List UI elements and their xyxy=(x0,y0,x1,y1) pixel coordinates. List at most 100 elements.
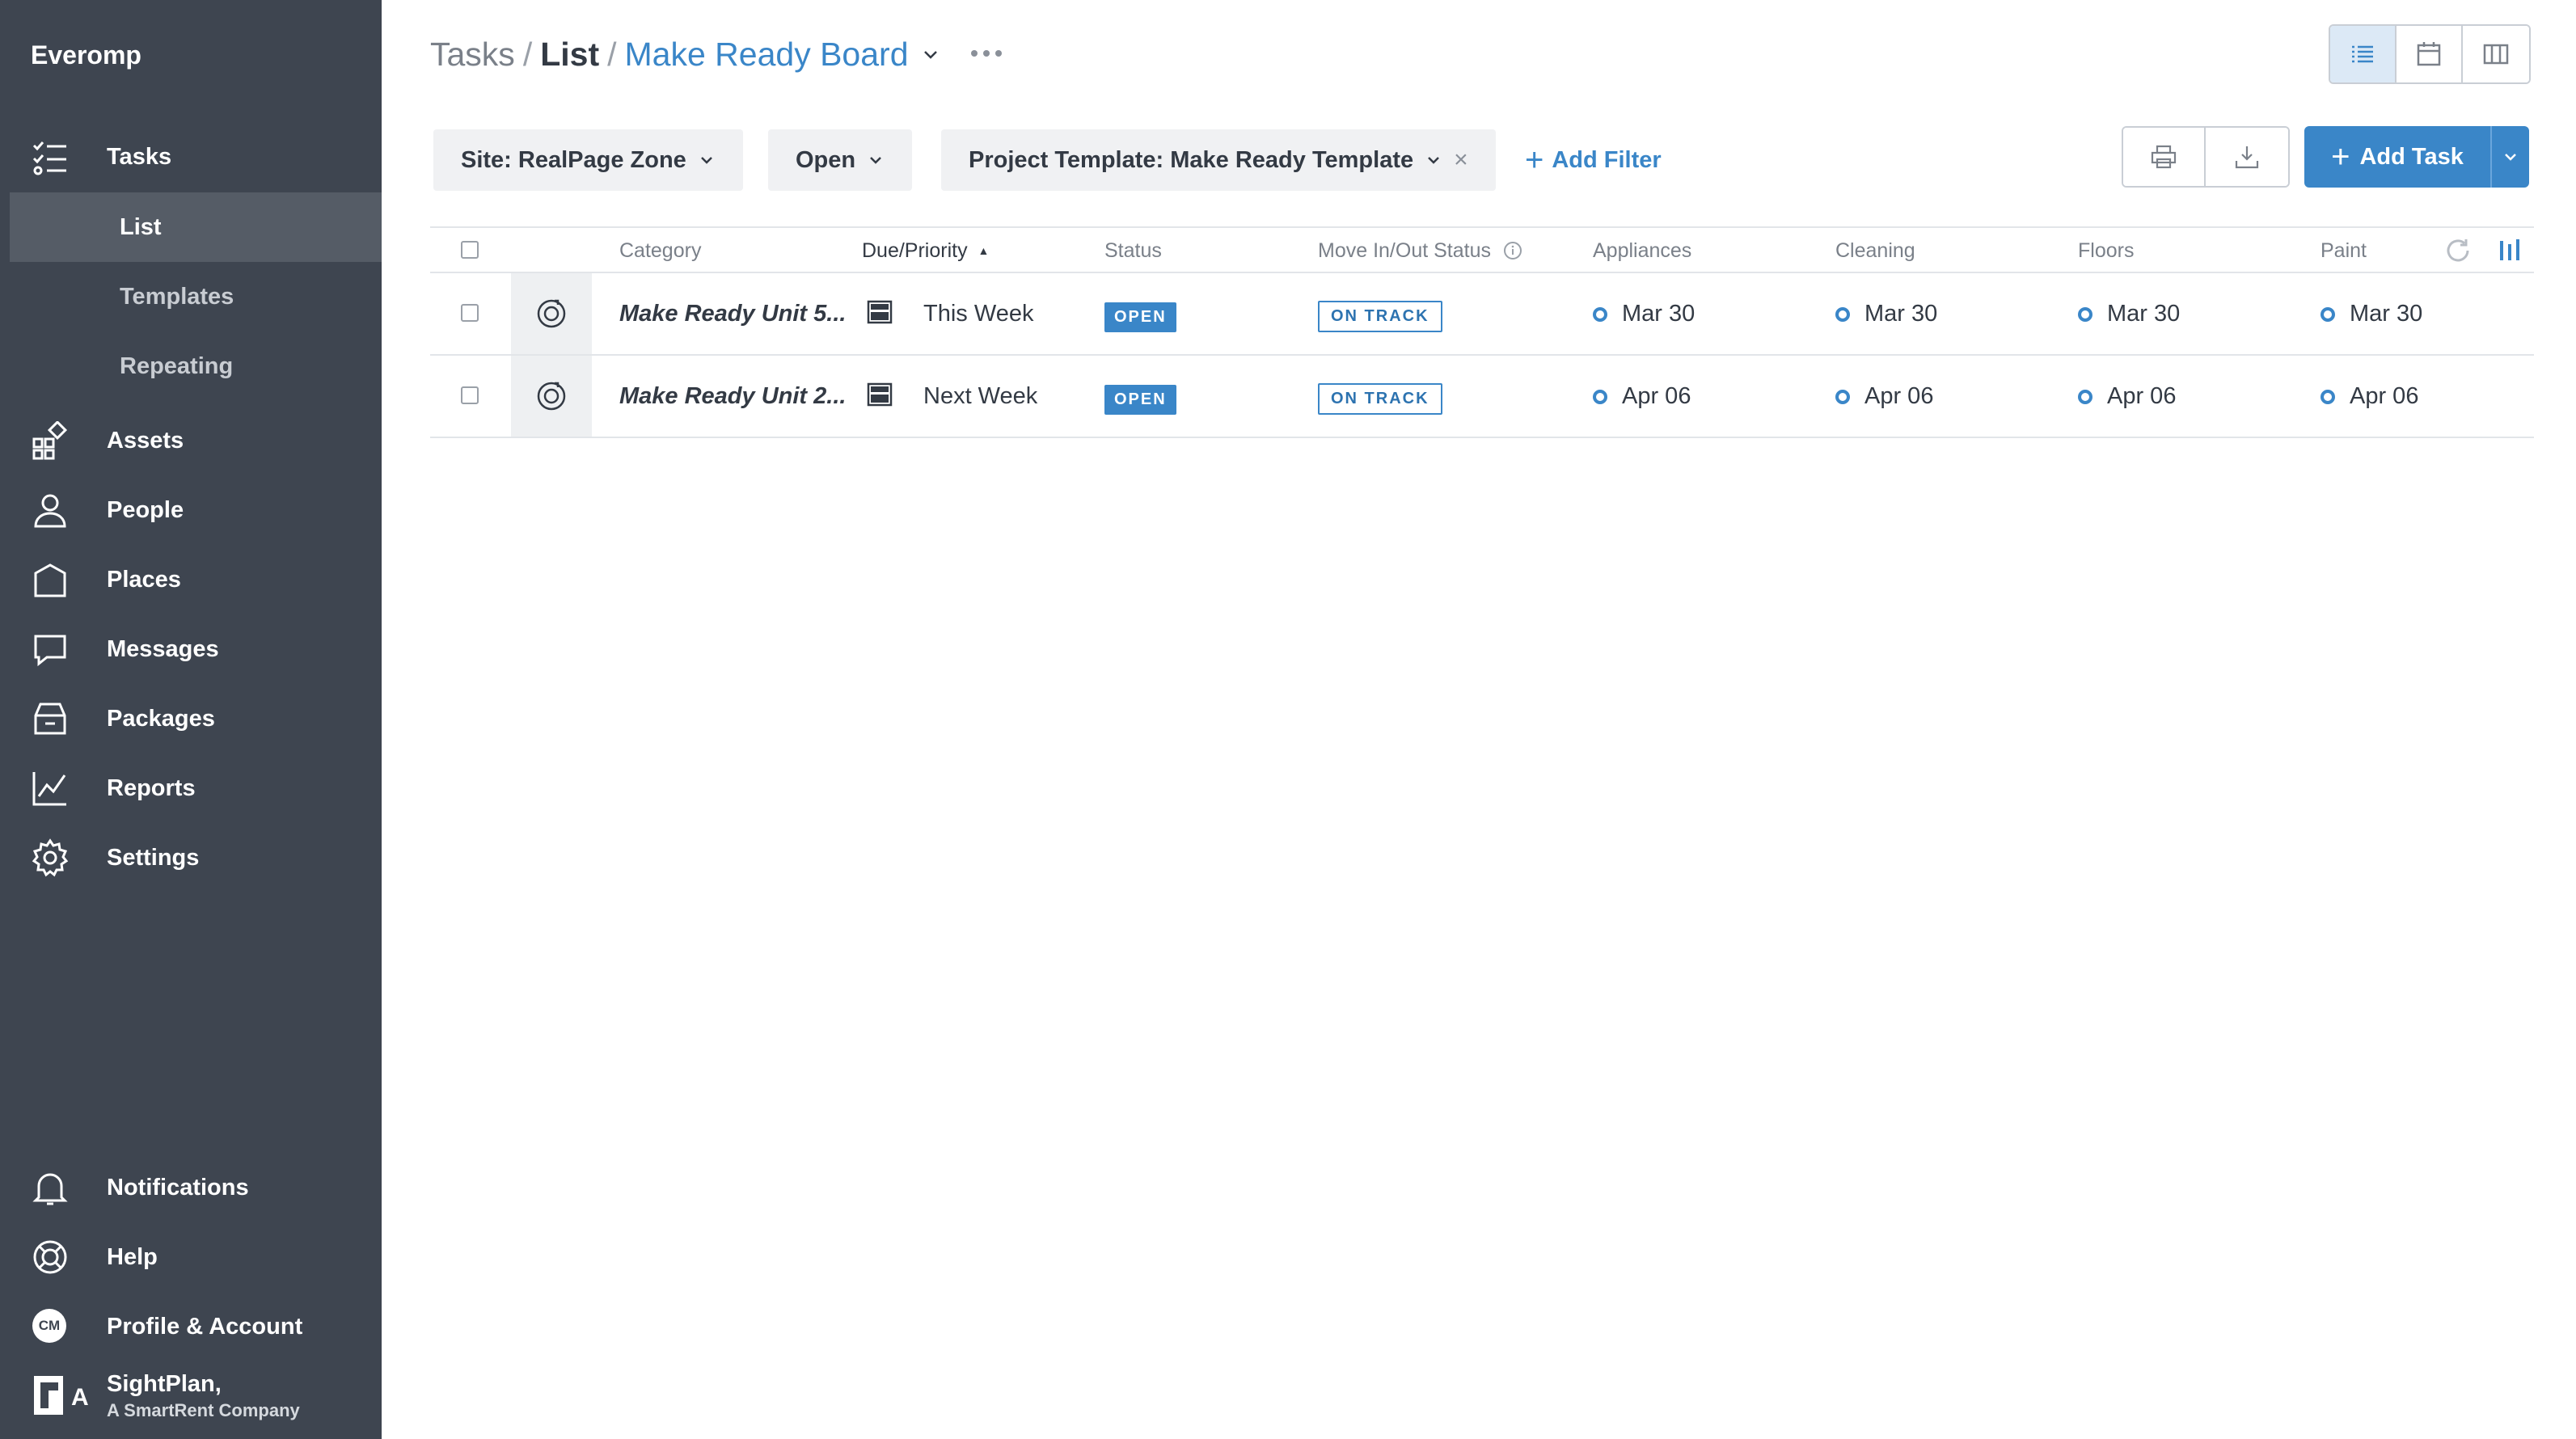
more-options-button[interactable] xyxy=(969,37,1004,70)
status-ring-icon xyxy=(2321,389,2335,404)
sidebar-item-label: Packages xyxy=(107,705,215,732)
add-task-button[interactable]: + Add Task xyxy=(2304,126,2490,188)
project-template-filter[interactable]: Project Template: Make Ready Template × xyxy=(941,129,1496,191)
task-table: Category Due/Priority ▲ Status Move In/O… xyxy=(430,226,2534,438)
refresh-button[interactable] xyxy=(2443,236,2473,265)
sidebar-item-messages[interactable]: Messages xyxy=(0,615,382,683)
sidebar-item-help[interactable]: Help xyxy=(0,1223,382,1291)
board-view-button[interactable] xyxy=(2463,26,2529,82)
select-all-checkbox[interactable] xyxy=(461,241,479,259)
column-header-due-priority-label: Due/Priority xyxy=(862,239,968,262)
appliances-date-text: Apr 06 xyxy=(1622,383,1691,409)
table-row[interactable]: Make Ready Unit 5... This Week OPEN ON T… xyxy=(430,273,2534,356)
sidebar-item-label: Assets xyxy=(107,427,184,454)
paint-date[interactable]: Apr 06 xyxy=(2321,383,2418,410)
column-header-floors[interactable]: Floors xyxy=(2078,239,2134,263)
status-filter[interactable]: Open xyxy=(768,129,913,191)
column-settings-button[interactable] xyxy=(2497,238,2524,264)
info-icon[interactable] xyxy=(1503,241,1522,260)
sidebar-item-reports[interactable]: Reports xyxy=(0,754,382,822)
plus-icon: + xyxy=(1525,142,1544,178)
sidebar-item-label: Places xyxy=(107,566,181,593)
floors-date-text: Apr 06 xyxy=(2107,383,2177,409)
column-header-status[interactable]: Status xyxy=(1104,239,1162,263)
breadcrumb-separator: / xyxy=(522,35,533,73)
cleaning-date[interactable]: Apr 06 xyxy=(1835,383,1933,410)
add-task-split-button: + Add Task xyxy=(2304,126,2529,188)
breadcrumb-tasks[interactable]: Tasks xyxy=(430,36,515,74)
floors-date[interactable]: Apr 06 xyxy=(2078,383,2176,410)
cleaning-date[interactable]: Mar 30 xyxy=(1835,301,1937,327)
move-status-badge: ON TRACK xyxy=(1318,301,1442,332)
breadcrumb-list[interactable]: List xyxy=(540,36,599,74)
sidebar-item-label: Notifications xyxy=(107,1174,249,1201)
calendar-view-button[interactable] xyxy=(2397,26,2463,82)
status-ring-icon xyxy=(1835,306,1850,322)
sidebar-item-people[interactable]: People xyxy=(0,476,382,544)
sidebar-item-notifications[interactable]: Notifications xyxy=(0,1154,382,1222)
paint-date[interactable]: Mar 30 xyxy=(2321,301,2422,327)
refresh-icon xyxy=(2447,239,2469,262)
view-switcher xyxy=(2329,24,2531,84)
table-row[interactable]: Make Ready Unit 2... Next Week OPEN ON T… xyxy=(430,356,2534,438)
paint-date-text: Apr 06 xyxy=(2350,383,2419,409)
chevron-down-icon xyxy=(2505,154,2516,161)
row-checkbox[interactable] xyxy=(461,386,479,404)
sidebar-item-places[interactable]: Places xyxy=(0,546,382,614)
status-filter-label: Open xyxy=(796,146,856,173)
due-text: This Week xyxy=(923,301,1034,327)
task-name-link[interactable]: Make Ready Unit 2... xyxy=(619,383,849,410)
brand-name: SightPlan, xyxy=(107,1371,222,1397)
due-text: Next Week xyxy=(923,383,1038,409)
sidebar-item-label: People xyxy=(107,496,184,523)
assets-icon xyxy=(31,421,70,460)
row-checkbox[interactable] xyxy=(461,304,479,322)
cleaning-date-text: Mar 30 xyxy=(1864,301,1938,327)
add-task-options-button[interactable] xyxy=(2490,126,2529,188)
column-header-category[interactable]: Category xyxy=(619,239,701,263)
status-ring-icon xyxy=(1593,389,1607,404)
column-header-paint[interactable]: Paint xyxy=(2321,239,2367,263)
avatar: CM xyxy=(32,1309,66,1343)
person-icon xyxy=(31,491,70,530)
remove-filter-button[interactable]: × xyxy=(1454,146,1468,174)
column-header-cleaning[interactable]: Cleaning xyxy=(1835,239,1915,263)
columns-icon xyxy=(2483,44,2509,65)
download-button[interactable] xyxy=(2206,128,2288,186)
plus-icon: + xyxy=(2331,139,2350,175)
add-filter-button[interactable]: + Add Filter xyxy=(1525,142,1662,178)
task-name-link[interactable]: Make Ready Unit 5... xyxy=(619,301,849,327)
chevron-down-icon xyxy=(870,157,882,164)
paint-date-text: Mar 30 xyxy=(2350,301,2423,327)
sidebar-subitem-list[interactable]: List xyxy=(10,192,382,262)
sidebar-item-packages[interactable]: Packages xyxy=(0,685,382,753)
column-header-appliances[interactable]: Appliances xyxy=(1593,239,1691,263)
chevron-down-icon xyxy=(1428,157,1439,164)
appliances-date[interactable]: Apr 06 xyxy=(1593,383,1691,410)
sidebar-item-profile[interactable]: CM Profile & Account xyxy=(0,1293,382,1361)
chat-bubble-icon xyxy=(31,630,70,669)
chevron-down-icon[interactable] xyxy=(920,44,941,65)
add-filter-label: Add Filter xyxy=(1552,146,1662,173)
board-selector[interactable]: Make Ready Board xyxy=(625,36,909,74)
sidebar-item-tasks[interactable]: Tasks xyxy=(0,123,382,191)
sidebar-item-label: Messages xyxy=(107,635,219,662)
status-badge: OPEN xyxy=(1104,385,1176,415)
print-button[interactable] xyxy=(2123,128,2206,186)
list-view-button[interactable] xyxy=(2330,26,2397,82)
sidebar-subitem-label: Repeating xyxy=(120,352,234,379)
appliances-date[interactable]: Mar 30 xyxy=(1593,301,1695,327)
column-settings-icon xyxy=(2500,239,2519,260)
column-header-due-priority[interactable]: Due/Priority ▲ xyxy=(862,239,989,263)
column-header-move-status-label: Move In/Out Status xyxy=(1318,239,1491,262)
floors-date[interactable]: Mar 30 xyxy=(2078,301,2180,327)
sidebar: Everomp Tasks List Templates Repeating A… xyxy=(0,0,382,1439)
breadcrumb: Tasks / List / Make Ready Board xyxy=(430,32,941,76)
sidebar-subitem-repeating[interactable]: Repeating xyxy=(10,331,382,401)
sidebar-item-settings[interactable]: Settings xyxy=(0,824,382,892)
sidebar-subitem-templates[interactable]: Templates xyxy=(10,262,382,331)
site-filter[interactable]: Site: RealPage Zone xyxy=(433,129,743,191)
sidebar-item-assets[interactable]: Assets xyxy=(0,407,382,475)
column-header-move-status[interactable]: Move In/Out Status xyxy=(1318,239,1522,263)
sidebar-item-label: Settings xyxy=(107,844,200,871)
